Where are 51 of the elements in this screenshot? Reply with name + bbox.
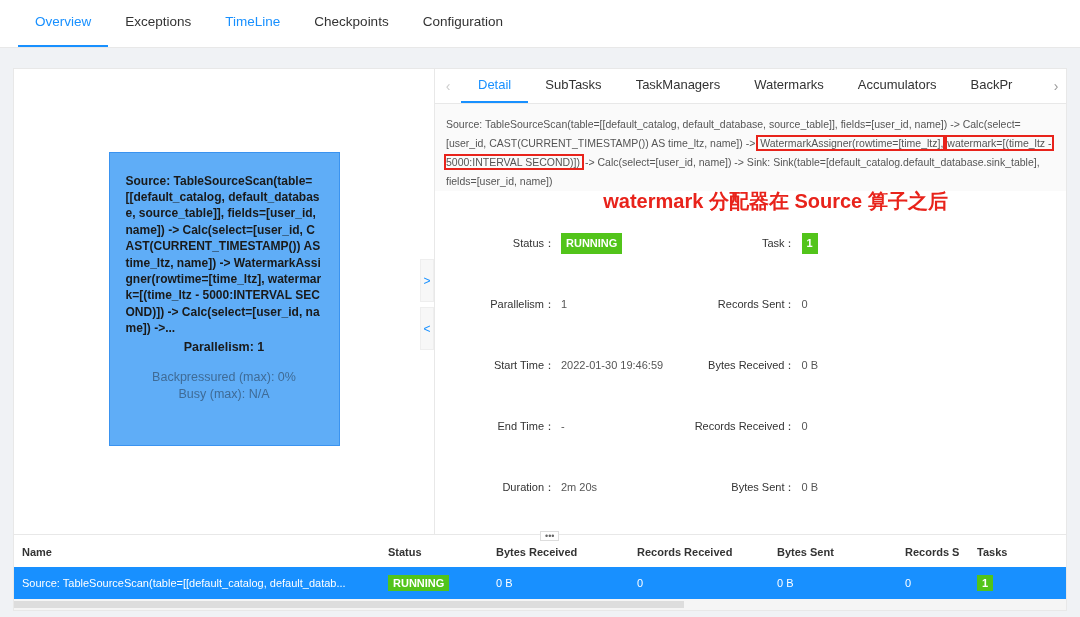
column-header[interactable]: Tasks [969,543,1019,561]
field-value: 1 [561,297,568,313]
tab[interactable]: Accumulators [840,69,954,103]
field-value: 0 B [801,480,818,496]
resize-handle[interactable]: ••• [540,531,560,541]
annotation-text: watermark 分配器在 Source 算子之后 [602,189,949,213]
field-value: 0 B [801,358,818,374]
tab[interactable]: TaskManagers [618,69,738,103]
table-cell: 0 [905,576,912,589]
field-value: - [561,419,565,435]
status-badge: 1 [977,574,994,591]
field-label: End Time： [496,419,555,435]
node-description: Source: TableSourceScan(table=[[default_catalog, default_database, source_table]], fields=[user_id, name]) -> Calc(select=[user_id, CAST(CURRENT_TIMESTAMP()) AS time_ltz, name]) -> WatermarkAssigner(rowtime=[time_ltz], watermark=[(time_ltz - 5000:INTERVAL SECOND)]) -> Calc(select=[user_id, name]) ->... [125,172,323,337]
field-label: Task： [760,236,796,252]
tab[interactable]: Watermarks [737,69,841,103]
table-cell: 0 [637,576,644,589]
field-label: Start Time： [492,358,555,374]
status-badge: RUNNING [388,574,450,591]
field-label: Bytes Received： [707,358,796,374]
field-label: Parallelism： [489,297,555,313]
field-label: Records Sent： [716,297,796,313]
operator-description: Source: TableSourceScan(table=[[default_catalog, default_database, source_table]], fields=[user_id, name]) -> Calc(select=[user_id, CAST(CURRENT_TIMESTAMP()) AS time_ltz, name]) -> WatermarkAssigner(rowtime=[time_ltz], watermark=[(time_ltz - 5000:INTERVAL SECOND)]) -> Calc(select=[user_id, name]) -> Sink: Sink(table=[default_catalog.default_database.sink_table], fields=[user_id, name]) [435,104,1066,191]
column-header[interactable]: Bytes Received [488,543,629,561]
column-header[interactable]: Name [14,543,380,561]
field-label: Records Received： [693,419,796,435]
tab[interactable]: Checkpoints [297,0,406,47]
status-badge: RUNNING [561,233,623,254]
tab[interactable]: BackPr [953,69,1030,103]
status-badge: 1 [801,233,818,254]
field-value: 2022-01-30 19:46:59 [561,358,664,374]
node-backpressure: Backpressured (max): 0% [152,368,296,386]
column-header[interactable]: Records S [897,543,969,561]
node-busy: Busy (max): N/A [178,385,270,403]
node-parallelism: Parallelism: 1 [183,338,265,355]
field-label: Status： [511,236,555,252]
column-header[interactable]: Status [380,543,488,561]
graph-node[interactable] [108,151,340,446]
table-cell: 0 B [496,576,513,589]
horizontal-scrollbar[interactable] [14,601,684,608]
field-value: 0 [801,297,808,313]
field-label: Bytes Sent： [730,480,796,496]
tab[interactable]: SubTasks [528,69,619,103]
table-cell: Source: TableSourceScan(table=[[default_catalog, default_datab... [22,576,346,589]
field-value: 0 [801,419,808,435]
tab[interactable]: Configuration [405,0,520,47]
tab[interactable]: Exceptions [108,0,209,47]
column-header[interactable]: Bytes Sent [769,543,897,561]
column-header[interactable]: Records Received [629,543,769,561]
field-value: 2m 20s [561,480,598,496]
field-label: Duration： [501,480,555,496]
table-cell: 0 B [777,576,794,589]
